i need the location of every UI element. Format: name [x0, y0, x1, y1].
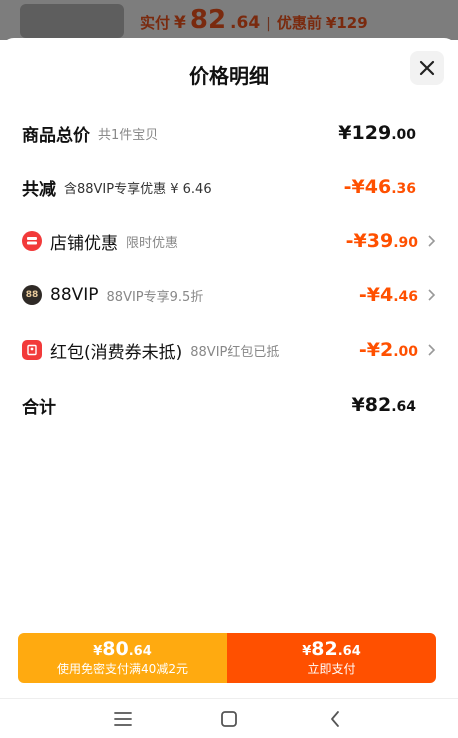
price-int: 80 — [102, 638, 129, 661]
row-amount: -¥4 .46 — [359, 284, 418, 306]
row-amount: ¥82 .64 — [352, 394, 416, 416]
left-button-price: ¥ 80 .64 — [93, 639, 152, 660]
menu-button[interactable] — [108, 704, 138, 734]
amount-dec: .00 — [393, 344, 418, 360]
paid-dec: .64 — [230, 13, 261, 33]
vip88-icon: 88 — [22, 285, 42, 305]
close-icon — [419, 60, 435, 76]
sheet-title: 价格明细 — [189, 64, 269, 88]
right-button-price: ¥ 82 .64 — [302, 639, 361, 660]
pay-now-button[interactable]: ¥ 82 .64 立即支付 — [227, 633, 436, 683]
row-total-discount: 共减 含88VIP专享优惠 ¥ 6.46 -¥46 .36 — [22, 172, 436, 202]
home-button[interactable] — [214, 704, 244, 734]
underlying-price-bar: 实付 ¥ 82 .64 | 优惠前 ¥129 — [140, 5, 368, 35]
row-shop-discount[interactable]: 店铺优惠 限时优惠 -¥39 .90 — [22, 226, 436, 256]
price-dec: .64 — [128, 644, 152, 660]
amount-dec: .36 — [391, 181, 416, 197]
row-total-goods: 商品总价 共1件宝贝 ¥129 .00 — [22, 118, 436, 148]
row-sub: 88VIP专享9.5折 — [106, 289, 204, 305]
row-sub: 共1件宝贝 — [98, 127, 159, 143]
system-navbar — [0, 700, 458, 738]
close-button[interactable] — [410, 51, 444, 85]
row-red-packet[interactable]: 红包(消费券未抵) 88VIP红包已抵 -¥2 .00 — [22, 335, 436, 365]
password-free-pay-button[interactable]: ¥ 80 .64 使用免密支付满40减2元 — [18, 633, 227, 683]
orig-price: ¥129 — [325, 14, 368, 32]
row-sub: 限时优惠 — [126, 235, 179, 251]
payment-action-bar: ¥ 80 .64 使用免密支付满40减2元 ¥ 82 .64 立即支付 — [18, 633, 436, 683]
paid-currency: ¥ — [174, 13, 186, 33]
row-name: 共减 — [22, 179, 56, 200]
price-detail-sheet: 价格明细 商品总价 共1件宝贝 ¥129 .00 共减 含88VIP专享优惠 ¥… — [0, 38, 458, 738]
amount-main: -¥46 — [343, 176, 392, 198]
price-int: 82 — [311, 638, 338, 661]
back-icon — [331, 711, 339, 727]
amount-main: ¥129 — [338, 122, 392, 144]
amount-main: -¥39 — [345, 230, 394, 252]
shop-coupon-icon — [22, 231, 42, 251]
amount-dec: .64 — [391, 399, 416, 415]
underlying-page: 实付 ¥ 82 .64 | 优惠前 ¥129 — [0, 0, 458, 40]
amount-dec: .46 — [393, 289, 418, 305]
red-packet-icon — [22, 340, 42, 360]
paid-int: 82 — [189, 5, 227, 35]
row-amount: -¥2 .00 — [359, 339, 418, 361]
row-name: 店铺优惠 — [50, 233, 118, 254]
navbar-divider — [0, 698, 458, 699]
product-thumbnail — [20, 4, 124, 38]
row-name: 红包(消费券未抵) — [50, 342, 183, 363]
orig-label: 优惠前 — [276, 14, 322, 32]
chevron-right-icon — [428, 344, 436, 356]
currency: ¥ — [93, 644, 103, 660]
chevron-right-icon — [428, 235, 436, 247]
row-grand-total: 合计 ¥82 .64 — [22, 390, 436, 420]
row-name: 88VIP — [50, 285, 99, 305]
row-amount: ¥129 .00 — [338, 122, 416, 144]
paid-label: 实付 — [140, 14, 171, 32]
row-amount: -¥39 .90 — [346, 230, 418, 252]
home-icon — [221, 711, 237, 727]
amount-dec: .00 — [391, 127, 416, 143]
back-button[interactable] — [320, 704, 350, 734]
row-sub: 88VIP红包已抵 — [190, 344, 280, 360]
row-88vip[interactable]: 88 88VIP 88VIP专享9.5折 -¥4 .46 — [22, 280, 436, 310]
right-button-subtext: 立即支付 — [307, 662, 356, 677]
amount-dec: .90 — [393, 235, 418, 251]
row-sub: 含88VIP专享优惠 ¥ 6.46 — [64, 181, 212, 197]
amount-main: -¥4 — [358, 284, 394, 306]
chevron-right-icon — [428, 289, 436, 301]
price-dec: .64 — [337, 644, 361, 660]
currency: ¥ — [302, 644, 312, 660]
row-name: 合计 — [22, 397, 56, 418]
left-button-subtext: 使用免密支付满40减2元 — [57, 662, 188, 677]
row-name: 商品总价 — [22, 125, 90, 146]
amount-main: -¥2 — [358, 339, 394, 361]
menu-icon — [114, 712, 132, 726]
amount-main: ¥82 — [351, 394, 392, 416]
price-separator: | — [266, 16, 271, 32]
row-amount: -¥46 .36 — [344, 176, 416, 198]
